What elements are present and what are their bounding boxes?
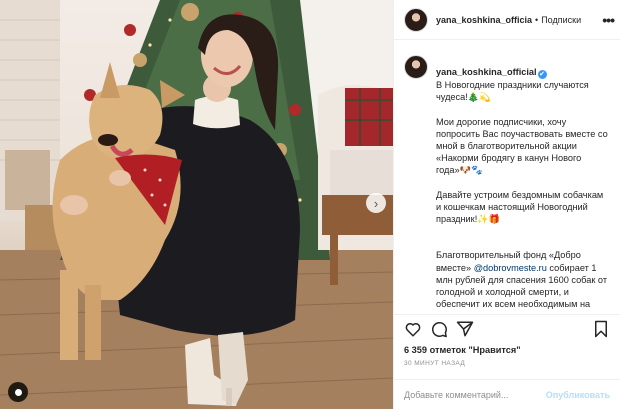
caption-lead: В Новогодние праздники случаются чудеса!… <box>436 80 589 103</box>
avatar[interactable] <box>404 7 428 32</box>
caption-paragraph: Мои дорогие подписчики, хочу попросить В… <box>436 116 608 176</box>
caption-username[interactable]: yana_koshkina_official <box>436 67 537 77</box>
likes-label: отметок "Нравится" <box>429 345 521 355</box>
caption-avatar[interactable] <box>404 55 428 79</box>
likes-count[interactable]: 6 359 отметок "Нравится" <box>394 343 620 357</box>
share-icon[interactable] <box>456 320 474 338</box>
publish-button[interactable]: Опубликовать <box>546 390 610 400</box>
mention-link[interactable]: @dobrovmeste.ru <box>474 263 547 273</box>
chevron-right-icon: › <box>373 195 379 211</box>
heart-icon[interactable] <box>404 320 422 338</box>
more-options-icon[interactable]: ••• <box>602 12 615 28</box>
instagram-post: › yana_koshkina_officia • Подписки ••• y… <box>0 0 620 409</box>
bookmark-icon[interactable] <box>592 320 610 338</box>
next-photo-button[interactable]: › <box>366 193 386 213</box>
post-photo[interactable]: › <box>0 0 393 409</box>
following-button[interactable]: Подписки <box>541 15 581 25</box>
likes-number: 6 359 <box>404 345 427 355</box>
caption-area: yana_koshkina_official ✔ В Новогодние пра… <box>394 40 620 314</box>
caption-paragraph: Давайте устроим бездомным собачкам и кош… <box>436 189 604 225</box>
verified-badge-icon: ✔ <box>537 70 547 80</box>
caption-text: yana_koshkina_official ✔ В Новогодние пра… <box>436 54 610 314</box>
post-header: yana_koshkina_officia • Подписки ••• <box>394 0 620 40</box>
follow-separator: • <box>535 14 539 25</box>
post-timestamp: 30 МИНУТ НАЗАД <box>404 360 466 367</box>
photo-illustration <box>0 0 393 409</box>
post-details-pane: yana_koshkina_officia • Подписки ••• yan… <box>393 0 620 409</box>
header-username[interactable]: yana_koshkina_officia <box>436 15 532 25</box>
comment-bar: Опубликовать <box>394 379 620 409</box>
action-bar <box>394 314 620 343</box>
comment-icon[interactable] <box>430 320 448 338</box>
comment-input[interactable] <box>404 389 546 400</box>
user-tag-icon[interactable] <box>8 382 28 402</box>
